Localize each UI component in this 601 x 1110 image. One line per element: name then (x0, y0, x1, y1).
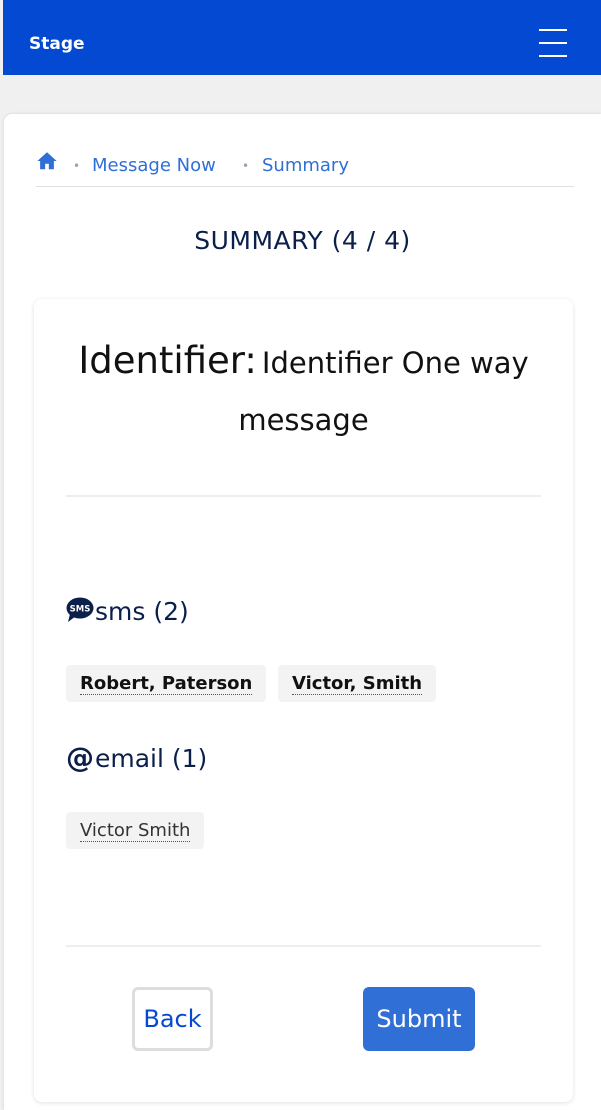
identifier-label: Identifier: (78, 339, 257, 382)
email-section-heading: @email (1) (66, 743, 207, 774)
main-card: • Message Now • Summary SUMMARY (4 / 4) … (4, 114, 601, 1110)
breadcrumb-separator: • (242, 159, 250, 173)
submit-button[interactable]: Submit (363, 987, 475, 1051)
breadcrumb: • Message Now • Summary (36, 150, 574, 187)
sms-icon: SMS (66, 597, 94, 622)
breadcrumb-message-now-link[interactable]: Message Now (92, 155, 216, 177)
email-heading-label: email (1) (95, 744, 208, 773)
home-icon[interactable] (36, 150, 58, 172)
svg-text:SMS: SMS (70, 605, 91, 615)
page-title: SUMMARY (4 / 4) (194, 226, 411, 255)
breadcrumb-summary-link[interactable]: Summary (262, 155, 349, 177)
breadcrumb-separator: • (73, 159, 81, 173)
divider (66, 945, 541, 947)
hamburger-menu-icon[interactable] (539, 28, 567, 60)
sms-section-heading: SMS sms (2) (66, 597, 189, 627)
top-navbar: Stage (3, 0, 601, 75)
at-sign-icon: @ (66, 741, 94, 774)
identifier-heading: Identifier: Identifier One way message (74, 335, 533, 451)
divider (66, 495, 541, 497)
brand-name[interactable]: Stage (29, 33, 85, 55)
summary-card: Identifier: Identifier One way message S… (34, 299, 573, 1102)
email-recipient-chip[interactable]: Victor Smith (66, 812, 205, 849)
identifier-value: Identifier One way message (238, 346, 529, 437)
sms-recipient-chip[interactable]: Victor, Smith (278, 665, 437, 702)
back-button[interactable]: Back (132, 987, 213, 1051)
sms-heading-label: sms (2) (95, 597, 189, 626)
sms-recipient-chip[interactable]: Robert, Paterson (66, 665, 267, 702)
